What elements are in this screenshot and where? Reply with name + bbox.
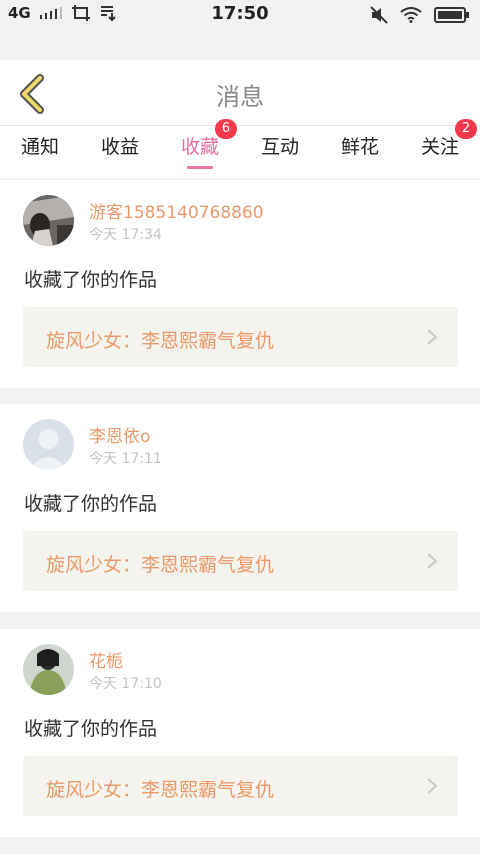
action-text: 收藏了你的作品 [24,269,158,291]
tab-notifications[interactable]: 通知 [0,126,80,178]
photo-avatar-icon [23,195,74,246]
tab-flowers[interactable]: 鲜花 [320,126,400,178]
avatar[interactable] [23,419,74,470]
tab-label: 通知 [20,136,59,158]
message-card: 李恩依o 今天 17:11 收藏了你的作品 旋风少女：李恩熙霸气复仇 [0,404,480,612]
work-link[interactable]: 旋风少女：李恩熙霸气复仇 [23,307,458,367]
avatar[interactable] [23,195,74,246]
tab-label: 关注 [420,136,459,158]
tab-earnings[interactable]: 收益 [80,126,160,178]
active-tab-indicator [187,166,213,169]
message-card: 花栀 今天 17:10 收藏了你的作品 旋风少女：李恩熙霸气复仇 [0,629,480,837]
status-bar: 4G 17:50 [0,0,480,30]
avatar[interactable] [23,644,74,695]
chevron-right-icon [427,329,438,345]
unread-badge: 6 [215,119,237,139]
work-title: 旋风少女：李恩熙霸气复仇 [46,779,275,801]
status-right [370,6,470,24]
username[interactable]: 花栀 [89,647,123,672]
tab-bar: 通知 收益 收藏 6 互动 鲜花 关注 2 [0,119,480,178]
tab-label: 收益 [100,136,139,158]
wifi-icon [400,7,422,23]
tab-interactions[interactable]: 互动 [240,126,320,178]
chevron-right-icon [427,778,438,794]
tab-favorites[interactable]: 收藏 6 [160,119,240,178]
tab-label: 互动 [260,136,299,158]
work-title: 旋风少女：李恩熙霸气复仇 [46,554,275,576]
action-text: 收藏了你的作品 [24,493,158,515]
mute-icon [370,6,388,24]
photo-avatar-icon [23,644,74,695]
message-card: 游客1585140768860 今天 17:34 收藏了你的作品 旋风少女：李恩… [0,180,480,388]
username[interactable]: 李恩依o [89,422,150,447]
action-text: 收藏了你的作品 [24,718,158,740]
work-link[interactable]: 旋风少女：李恩熙霸气复仇 [23,531,458,591]
work-title: 旋风少女：李恩熙霸气复仇 [46,330,275,352]
username[interactable]: 游客1585140768860 [89,198,264,223]
timestamp: 今天 17:34 [89,227,162,243]
chevron-right-icon [427,553,438,569]
tab-label: 收藏 [180,136,219,158]
timestamp: 今天 17:10 [89,676,162,692]
page-title: 消息 [216,83,264,111]
timestamp: 今天 17:11 [89,451,162,467]
battery-icon [434,7,469,23]
unread-badge: 2 [455,119,477,139]
default-avatar-icon [23,419,74,470]
tab-label: 鲜花 [340,136,379,158]
tab-follows[interactable]: 关注 2 [400,119,480,178]
header: 消息 [0,60,480,126]
work-link[interactable]: 旋风少女：李恩熙霸气复仇 [23,756,458,816]
